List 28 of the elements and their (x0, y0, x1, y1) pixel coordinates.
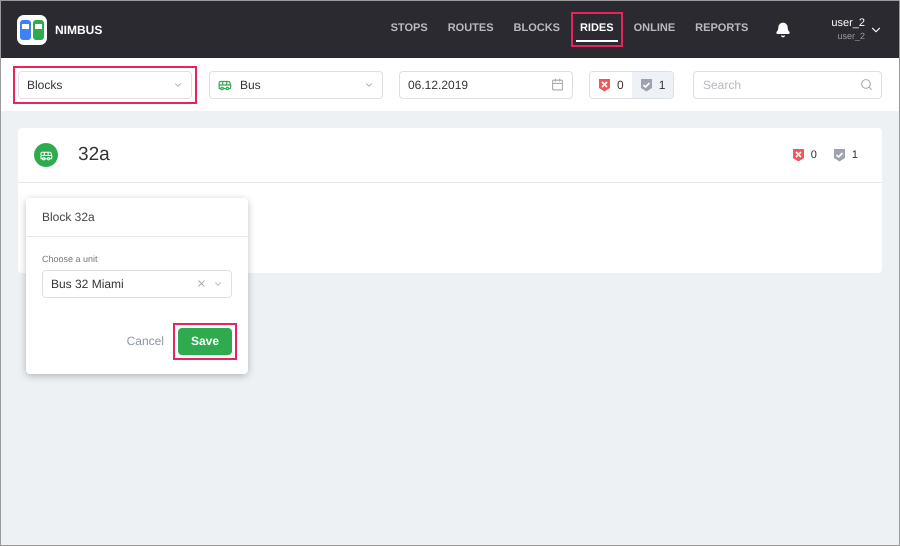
nav-tab[interactable]: ROUTES (444, 17, 498, 42)
app-name: NIMBUS (55, 22, 102, 38)
field-label: Choose a unit (42, 253, 99, 266)
block-title: 32a (78, 142, 110, 167)
user-login: user_2 (837, 30, 865, 42)
search-field[interactable]: Search (693, 70, 882, 98)
type-select[interactable]: Blocks (18, 70, 192, 98)
counter-toggle[interactable]: 1 (632, 72, 674, 98)
nav-tab[interactable]: STOPS (386, 17, 432, 42)
popover-title: Block 32a (42, 209, 95, 226)
counter-value: 0 (810, 148, 817, 163)
bell-icon[interactable] (775, 22, 792, 38)
date-field[interactable]: 06.12.2019 (399, 70, 573, 98)
calendar-icon (551, 78, 564, 91)
logo-icon (17, 14, 47, 44)
nav-tab[interactable]: REPORTS (691, 17, 752, 42)
bus-badge-icon (34, 143, 58, 167)
search-icon (860, 78, 873, 90)
cross-shield-icon (598, 78, 611, 92)
nav-tab[interactable]: RIDES (576, 17, 618, 42)
nav-tab[interactable]: BLOCKS (510, 17, 564, 42)
check-shield-icon (640, 78, 653, 92)
counter-value: 1 (852, 148, 858, 163)
nav-tab[interactable]: ONLINE (630, 17, 680, 42)
check-shield-icon (832, 148, 846, 162)
user-name: user_2 (831, 17, 865, 31)
vehicle-select[interactable]: Bus (209, 70, 383, 98)
cross-shield-icon (792, 148, 805, 162)
